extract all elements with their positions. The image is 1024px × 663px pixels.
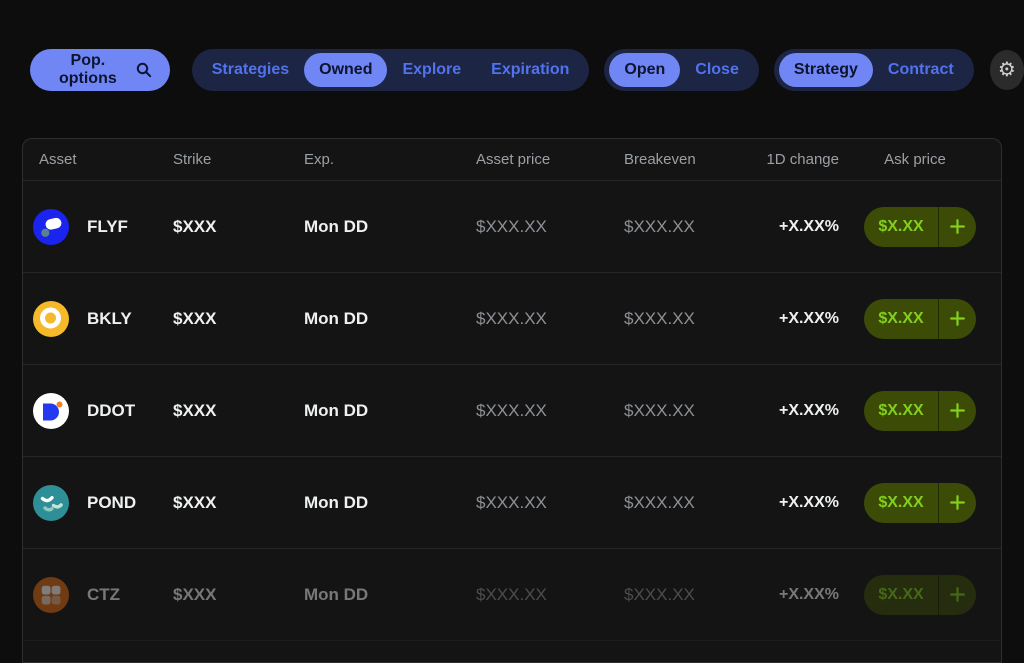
1d-change-cell: +X.XX%	[741, 402, 839, 420]
ask-price-value: $X.XX	[864, 310, 938, 328]
asset-cell: DDOT	[23, 393, 157, 429]
pond-logo-icon	[33, 485, 69, 521]
asset-cell: BKLY	[23, 301, 157, 337]
table-header-row: Asset Strike Exp. Asset price Breakeven …	[23, 139, 1001, 181]
breakeven-cell: $XXX.XX	[608, 401, 741, 421]
expiration-cell: Mon DD	[288, 585, 460, 605]
asset-cell: CTZ	[23, 577, 157, 613]
asset-price-cell: $XXX.XX	[460, 309, 608, 329]
ask-price-button[interactable]: $X.XX	[864, 483, 976, 523]
column-header-asset-price: Asset price	[460, 151, 608, 168]
breakeven-cell: $XXX.XX	[608, 493, 741, 513]
table-body: FLYF $XXX Mon DD $XXX.XX $XXX.XX +X.XX% …	[23, 181, 1001, 641]
plus-icon[interactable]	[939, 402, 976, 419]
1d-change-cell: +X.XX%	[741, 586, 839, 604]
asset-cell: FLYF	[23, 209, 157, 245]
breakeven-cell: $XXX.XX	[608, 309, 741, 329]
options-table: Asset Strike Exp. Asset price Breakeven …	[22, 138, 1002, 663]
expiration-cell: Mon DD	[288, 217, 460, 237]
tab-open[interactable]: Open	[609, 53, 680, 87]
breakeven-cell: $XXX.XX	[608, 217, 741, 237]
pop-options-label: Pop. options	[48, 52, 128, 88]
table-row[interactable]: FLYF $XXX Mon DD $XXX.XX $XXX.XX +X.XX% …	[23, 181, 1001, 273]
column-header-strike: Strike	[157, 151, 288, 168]
ask-price-value: $X.XX	[864, 494, 938, 512]
asset-cell: POND	[23, 485, 157, 521]
plus-icon[interactable]	[939, 494, 976, 511]
ask-price-button[interactable]: $X.XX	[864, 575, 976, 615]
tab-contract[interactable]: Contract	[873, 53, 969, 87]
column-header-1d-change: 1D change	[741, 151, 839, 168]
plus-icon[interactable]	[939, 310, 976, 327]
1d-change-cell: +X.XX%	[741, 218, 839, 236]
strike-cell: $XXX	[157, 217, 288, 237]
expiration-cell: Mon DD	[288, 401, 460, 421]
search-icon	[136, 62, 152, 78]
ddot-logo-icon	[33, 393, 69, 429]
column-header-exp: Exp.	[288, 151, 460, 168]
pop-options-button[interactable]: Pop. options	[30, 49, 170, 91]
ask-price-cell: $X.XX	[839, 483, 1001, 523]
1d-change-cell: +X.XX%	[741, 310, 839, 328]
asset-ticker: FLYF	[87, 217, 128, 237]
bkly-logo-icon	[33, 301, 69, 337]
strike-cell: $XXX	[157, 493, 288, 513]
tab-owned[interactable]: Owned	[304, 53, 387, 87]
gear-icon: ⚙	[998, 59, 1016, 81]
column-header-breakeven: Breakeven	[608, 151, 741, 168]
tab-close[interactable]: Close	[680, 53, 754, 87]
view-segmented-control: Strategies Owned Explore Expiration	[192, 49, 590, 91]
plus-icon[interactable]	[939, 218, 976, 235]
ask-price-value: $X.XX	[864, 402, 938, 420]
strike-cell: $XXX	[157, 585, 288, 605]
asset-price-cell: $XXX.XX	[460, 493, 608, 513]
ask-price-cell: $X.XX	[839, 391, 1001, 431]
asset-ticker: CTZ	[87, 585, 120, 605]
filter-toolbar: Pop. options Strategies Owned Explore Ex…	[30, 49, 1024, 91]
table-row[interactable]: CTZ $XXX Mon DD $XXX.XX $XXX.XX +X.XX% $…	[23, 549, 1001, 641]
column-header-asset: Asset	[23, 151, 157, 168]
ask-price-button[interactable]: $X.XX	[864, 299, 976, 339]
ask-price-value: $X.XX	[864, 586, 938, 604]
strike-cell: $XXX	[157, 309, 288, 329]
ask-price-button[interactable]: $X.XX	[864, 391, 976, 431]
ask-price-cell: $X.XX	[839, 207, 1001, 247]
ask-price-cell: $X.XX	[839, 575, 1001, 615]
asset-ticker: POND	[87, 493, 136, 513]
ask-price-cell: $X.XX	[839, 299, 1001, 339]
asset-ticker: BKLY	[87, 309, 132, 329]
tab-strategy[interactable]: Strategy	[779, 53, 873, 87]
tab-explore[interactable]: Explore	[387, 53, 476, 87]
ask-price-value: $X.XX	[864, 218, 938, 236]
asset-ticker: DDOT	[87, 401, 135, 421]
side-segmented-control: Open Close	[604, 49, 758, 91]
table-row[interactable]: POND $XXX Mon DD $XXX.XX $XXX.XX +X.XX% …	[23, 457, 1001, 549]
tab-expiration[interactable]: Expiration	[476, 53, 584, 87]
strike-cell: $XXX	[157, 401, 288, 421]
tab-strategies[interactable]: Strategies	[197, 53, 304, 87]
asset-price-cell: $XXX.XX	[460, 585, 608, 605]
expiration-cell: Mon DD	[288, 493, 460, 513]
breakeven-cell: $XXX.XX	[608, 585, 741, 605]
1d-change-cell: +X.XX%	[741, 494, 839, 512]
asset-price-cell: $XXX.XX	[460, 217, 608, 237]
expiration-cell: Mon DD	[288, 309, 460, 329]
asset-price-cell: $XXX.XX	[460, 401, 608, 421]
plus-icon[interactable]	[939, 586, 976, 603]
ctz-logo-icon	[33, 577, 69, 613]
settings-button[interactable]: ⚙	[990, 50, 1024, 90]
flyf-logo-icon	[33, 209, 69, 245]
table-row[interactable]: BKLY $XXX Mon DD $XXX.XX $XXX.XX +X.XX% …	[23, 273, 1001, 365]
column-header-ask-price: Ask price	[839, 151, 1001, 168]
ask-price-button[interactable]: $X.XX	[864, 207, 976, 247]
table-row[interactable]: DDOT $XXX Mon DD $XXX.XX $XXX.XX +X.XX% …	[23, 365, 1001, 457]
mode-segmented-control: Strategy Contract	[774, 49, 974, 91]
